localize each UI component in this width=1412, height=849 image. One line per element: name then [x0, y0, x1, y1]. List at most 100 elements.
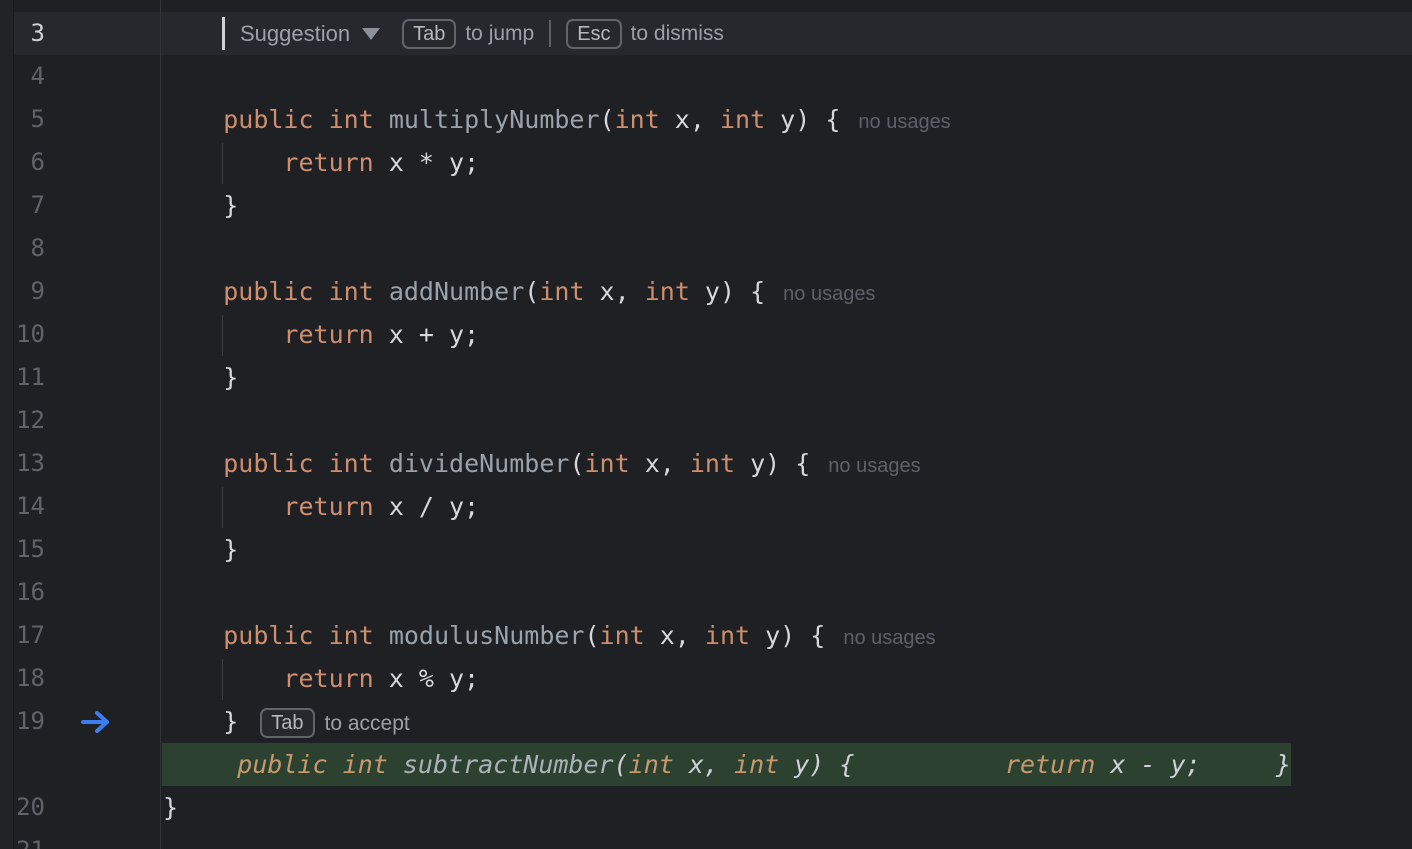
- tab-key-badge: Tab: [402, 19, 456, 49]
- code-token: int: [690, 449, 735, 478]
- code-token: }: [163, 535, 238, 564]
- code-token: [163, 449, 223, 478]
- code-line[interactable]: return x * y;: [163, 141, 479, 184]
- tab-key-badge: Tab: [260, 708, 314, 738]
- code-token: [388, 750, 403, 779]
- code-line[interactable]: }: [163, 786, 178, 829]
- code-token: int: [329, 277, 374, 306]
- code-token: y) {: [690, 277, 765, 306]
- code-token: [328, 750, 343, 779]
- code-row: 19 }Tabto accept: [0, 700, 1412, 743]
- no-usages-inlay[interactable]: no usages: [843, 627, 935, 649]
- code-line[interactable]: } Tab to accept: [163, 700, 410, 743]
- code-row: 10 return x + y;: [0, 313, 1412, 356]
- code-token: [163, 664, 283, 693]
- code-token: x,: [674, 750, 734, 779]
- code-line[interactable]: }: [163, 184, 238, 227]
- code-row: 17 public int modulusNumber(int x, int y…: [0, 614, 1412, 657]
- code-token: (: [614, 750, 629, 779]
- code-row: 12: [0, 399, 1412, 442]
- code-token: [163, 621, 223, 650]
- no-usages-inlay[interactable]: no usages: [858, 111, 950, 133]
- code-token: public: [223, 105, 313, 134]
- code-row: 6 return x * y;: [0, 141, 1412, 184]
- code-token: int: [585, 449, 630, 478]
- code-token: multiplyNumber: [389, 105, 600, 134]
- esc-key-badge: Esc: [566, 19, 621, 49]
- code-line[interactable]: public int multiplyNumber(int x, int y) …: [163, 98, 951, 141]
- code-token: (: [524, 277, 539, 306]
- code-token: y) {: [765, 105, 840, 134]
- code-token: x % y;: [374, 664, 479, 693]
- code-token: return: [283, 148, 373, 177]
- code-token: int: [329, 449, 374, 478]
- code-line[interactable]: public int addNumber(int x, int y) {no u…: [163, 270, 875, 313]
- code-token: public: [223, 621, 313, 650]
- code-line[interactable]: }: [163, 356, 238, 399]
- code-token: (: [600, 105, 615, 134]
- no-usages-inlay[interactable]: no usages: [783, 283, 875, 305]
- code-token: }: [163, 793, 178, 822]
- chevron-down-icon[interactable]: [362, 28, 380, 40]
- code-line[interactable]: public int modulusNumber(int x, int y) {…: [163, 614, 936, 657]
- toolbar-divider: [549, 20, 551, 47]
- code-token: y) {: [735, 449, 810, 478]
- code-token: return: [283, 664, 373, 693]
- code-token: [163, 492, 283, 521]
- panel-edge: [0, 0, 14, 849]
- code-token: divideNumber: [389, 449, 570, 478]
- suggestion-toolbar: Suggestion Tab to jump Esc to dismiss: [222, 12, 724, 55]
- ghost-suggestion-code[interactable]: public int subtractNumber(int x, int y) …: [162, 743, 1291, 786]
- code-token: int: [615, 105, 660, 134]
- no-usages-inlay[interactable]: no usages: [828, 455, 920, 477]
- code-token: x + y;: [374, 320, 479, 349]
- code-token: int: [329, 105, 374, 134]
- code-token: x * y;: [374, 148, 479, 177]
- code-token: int: [539, 277, 584, 306]
- code-line[interactable]: return x / y;: [163, 485, 479, 528]
- code-token: [162, 750, 237, 779]
- code-token: public: [223, 277, 313, 306]
- code-token: x,: [660, 105, 720, 134]
- code-token: y) {: [779, 750, 854, 779]
- tab-jump-label: to jump: [465, 22, 534, 46]
- code-token: int: [734, 750, 779, 779]
- code-token: [374, 277, 389, 306]
- code-row: 18 return x % y;: [0, 657, 1412, 700]
- code-token: (: [569, 449, 584, 478]
- code-token: [314, 621, 329, 650]
- code-token: int: [645, 277, 690, 306]
- code-token: }: [163, 707, 238, 736]
- gutter-separator: [160, 0, 161, 849]
- accept-label: to accept: [325, 712, 410, 735]
- code-row: 13 public int divideNumber(int x, int y)…: [0, 442, 1412, 485]
- code-token: x,: [585, 277, 645, 306]
- jump-arrow-icon[interactable]: [80, 709, 112, 735]
- code-token: [374, 105, 389, 134]
- code-line[interactable]: }: [163, 528, 238, 571]
- code-line[interactable]: return x + y;: [163, 313, 479, 356]
- code-token: return: [283, 320, 373, 349]
- code-token: return: [1005, 750, 1095, 779]
- code-line[interactable]: public int divideNumber(int x, int y) {n…: [163, 442, 921, 485]
- code-token: [314, 277, 329, 306]
- accept-hint: Tab to accept: [260, 707, 409, 736]
- suggestion-dropdown[interactable]: Suggestion: [240, 21, 350, 47]
- code-line[interactable]: return x % y;: [163, 657, 479, 700]
- esc-dismiss-label: to dismiss: [631, 22, 724, 46]
- code-token: int: [705, 621, 750, 650]
- code-token: addNumber: [389, 277, 524, 306]
- code-token: x,: [645, 621, 705, 650]
- code-token: int: [720, 105, 765, 134]
- code-row: 7 }: [0, 184, 1412, 227]
- code-row: 16: [0, 571, 1412, 614]
- code-token: y) {: [750, 621, 825, 650]
- code-token: [163, 105, 223, 134]
- code-row: 8: [0, 227, 1412, 270]
- code-token: }: [163, 191, 238, 220]
- code-editor: 345 public int multiplyNumber(int x, int…: [0, 0, 1412, 849]
- code-token: }: [163, 363, 238, 392]
- code-row: 9 public int addNumber(int x, int y) {no…: [0, 270, 1412, 313]
- code-token: [374, 449, 389, 478]
- code-token: int: [600, 621, 645, 650]
